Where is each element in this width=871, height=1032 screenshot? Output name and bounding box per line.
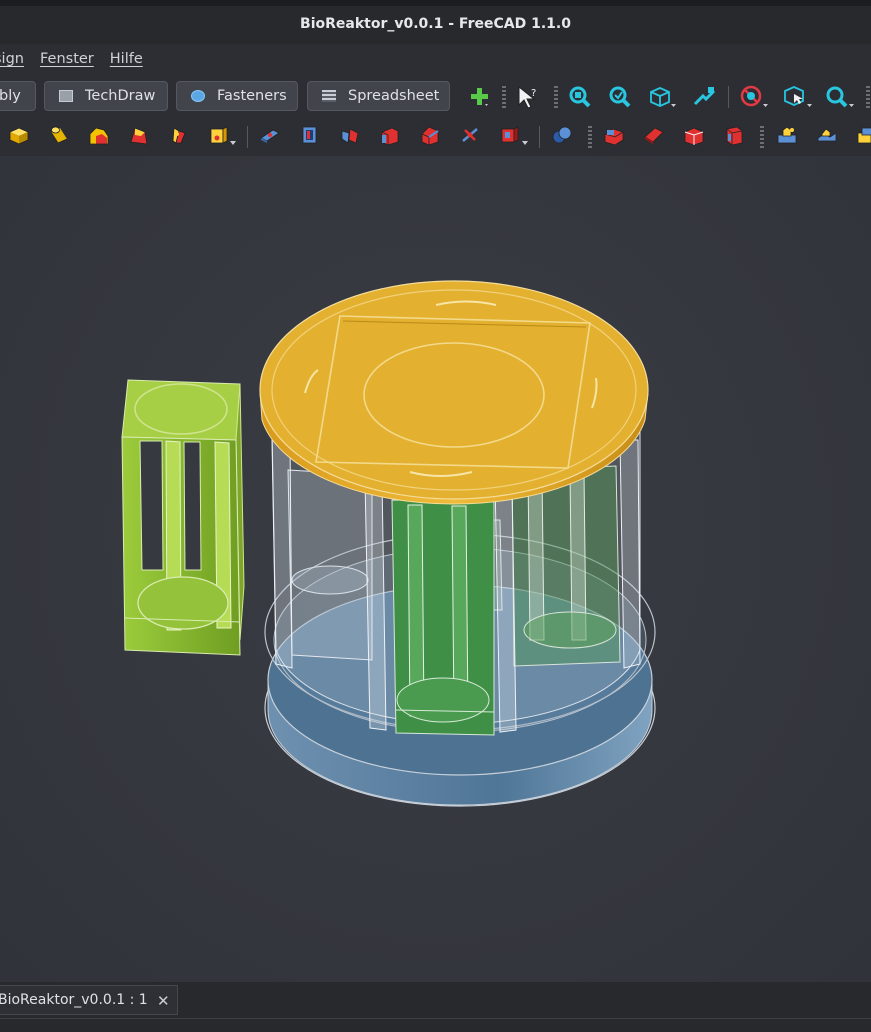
- zoom-in-icon[interactable]: [824, 84, 856, 110]
- workbench-tab-label: bly: [0, 88, 21, 104]
- part-toolbar: [0, 116, 871, 156]
- part-cross-section-icon[interactable]: [499, 124, 521, 146]
- part-common-icon[interactable]: [683, 124, 705, 146]
- toolbar-separator: [539, 126, 540, 148]
- document-tab-label: BioReaktor_v0.0.1 : 1: [0, 992, 148, 1008]
- part-box-icon[interactable]: [8, 124, 30, 146]
- view-isometric-icon[interactable]: [648, 84, 678, 110]
- toolbar-grip: [760, 126, 764, 148]
- zoom-selection-icon[interactable]: [607, 84, 633, 110]
- part-chamfer-icon[interactable]: [419, 124, 441, 146]
- toolbar-grip: [588, 126, 592, 148]
- close-icon[interactable]: ✕: [157, 992, 170, 1010]
- toolbar-grip: [502, 86, 506, 108]
- workbench-tab-techdraw[interactable]: TechDraw: [44, 81, 168, 111]
- part-primitives-icon[interactable]: [208, 124, 230, 146]
- menu-bar: sign Fenster Hilfe: [0, 44, 871, 74]
- workbench-tab-label: Fasteners: [217, 88, 287, 104]
- freecad-window: BioReaktor_v0.0.1 - FreeCAD 1.1.0 sign F…: [0, 0, 871, 1032]
- toolbar-separator: [247, 126, 248, 148]
- part-extra-icon[interactable]: [856, 124, 871, 146]
- no-clip-icon[interactable]: [738, 84, 770, 110]
- toolbar-grip: [554, 86, 558, 108]
- dropdown-arrow-icon[interactable]: [522, 141, 528, 145]
- 3d-model-view[interactable]: [0, 156, 871, 982]
- part-fillet-icon[interactable]: [379, 124, 401, 146]
- part-extrude-icon[interactable]: [259, 124, 281, 146]
- part-cylinder-icon[interactable]: [48, 124, 70, 146]
- lid-part[interactable]: [259, 280, 649, 505]
- part-torus-icon[interactable]: [168, 124, 190, 146]
- tab-bar-divider: [0, 1018, 871, 1019]
- dropdown-arrow-icon[interactable]: [230, 141, 236, 145]
- part-revolve-icon[interactable]: [299, 124, 321, 146]
- window-title: BioReaktor_v0.0.1 - FreeCAD 1.1.0: [300, 16, 571, 32]
- workbench-tab-label: TechDraw: [85, 88, 156, 104]
- workbench-toolbar: bly TechDraw Fasteners Spreadsheet ?: [0, 76, 871, 116]
- part-section-icon[interactable]: [459, 124, 481, 146]
- document-tab[interactable]: BioReaktor_v0.0.1 : 1 ✕: [0, 985, 178, 1015]
- spreadsheet-icon: [322, 90, 336, 102]
- part-mirror-icon[interactable]: [339, 124, 361, 146]
- menu-design[interactable]: sign: [0, 51, 32, 67]
- zoom-fit-all-icon[interactable]: [567, 84, 593, 110]
- svg-text:?: ?: [531, 88, 536, 99]
- techdraw-icon: [59, 90, 73, 102]
- green-rack-part[interactable]: [121, 379, 245, 656]
- part-sphere-icon[interactable]: [128, 124, 150, 146]
- toolbar-separator: [728, 86, 729, 108]
- box-selection-icon[interactable]: [782, 84, 814, 110]
- menu-fenster[interactable]: Fenster: [32, 51, 102, 67]
- draw-style-icon[interactable]: [691, 84, 717, 110]
- 3d-viewport[interactable]: [0, 156, 871, 982]
- part-thickness-icon[interactable]: [723, 124, 745, 146]
- part-cone-icon[interactable]: [88, 124, 110, 146]
- part-cut-icon[interactable]: [603, 124, 625, 146]
- part-boolean-icon[interactable]: [551, 124, 573, 146]
- toolbar-grip: [866, 86, 870, 108]
- workbench-tab-spreadsheet[interactable]: Spreadsheet: [307, 81, 450, 111]
- workbench-tab-label: Spreadsheet: [348, 88, 440, 104]
- document-tab-bar: BioReaktor_v0.0.1 : 1 ✕: [0, 982, 871, 1032]
- title-bar: BioReaktor_v0.0.1 - FreeCAD 1.1.0: [0, 0, 871, 44]
- part-shape-builder-icon[interactable]: [816, 124, 838, 146]
- part-fuse-icon[interactable]: [643, 124, 665, 146]
- part-compound-icon[interactable]: [776, 124, 798, 146]
- menu-hilfe[interactable]: Hilfe: [102, 51, 151, 67]
- select-pointer-icon[interactable]: ?: [514, 84, 540, 110]
- fasteners-icon: [191, 90, 205, 102]
- new-object-icon[interactable]: [468, 85, 492, 109]
- workbench-tab-assembly[interactable]: bly: [0, 81, 36, 111]
- workbench-tab-fasteners[interactable]: Fasteners: [176, 81, 298, 111]
